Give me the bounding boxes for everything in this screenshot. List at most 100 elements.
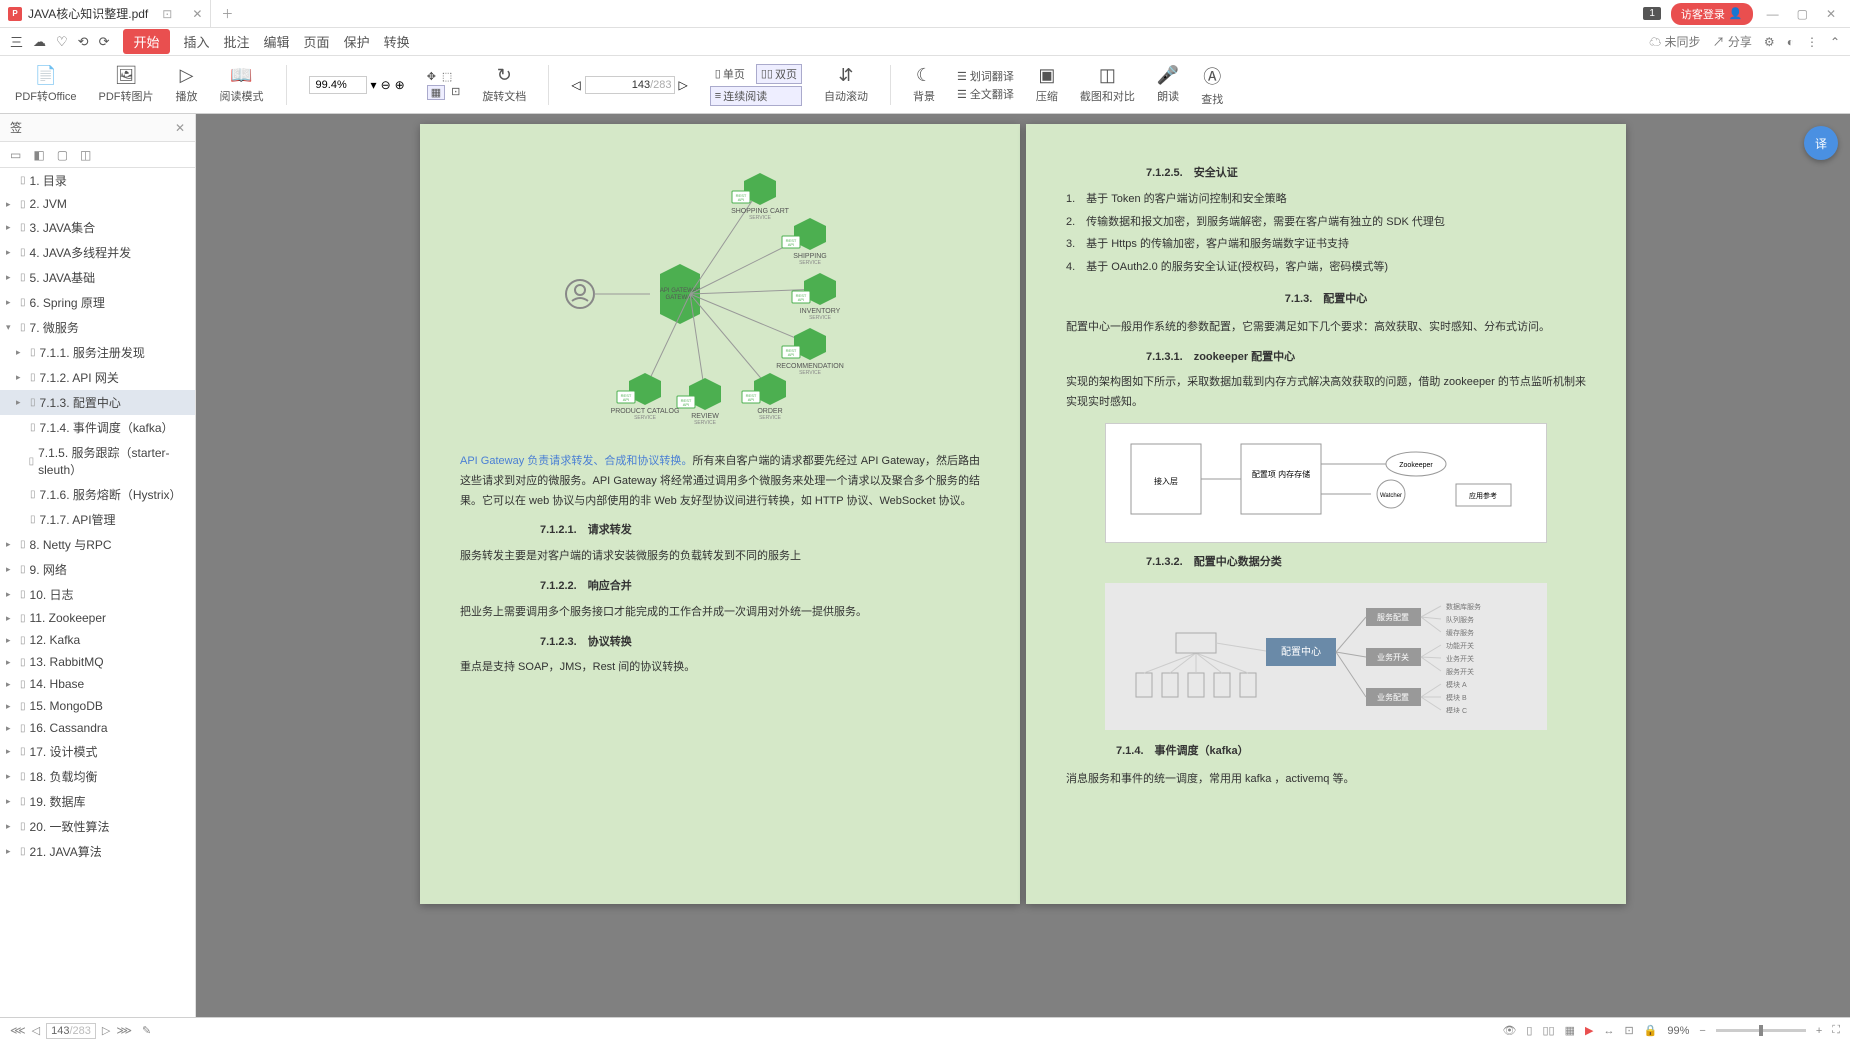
settings-icon[interactable]: ⚙ — [1764, 35, 1775, 49]
fullscreen-icon[interactable]: ⛶ — [1832, 1024, 1840, 1037]
annotation-icon[interactable]: ✎ — [142, 1024, 151, 1037]
menu-button[interactable]: 三 — [10, 32, 23, 51]
outline-item[interactable]: ▯7.1.5. 服务跟踪（starter-sleuth） — [0, 440, 195, 482]
zoom-input[interactable]: 99.4% — [309, 76, 367, 94]
outline-item[interactable]: ▯7.1.4. 事件调度（kafka） — [0, 415, 195, 440]
favorite-button[interactable]: ♡ — [56, 34, 68, 50]
background-button[interactable]: ☾背景 — [913, 65, 935, 104]
cloud-button[interactable]: ☁ — [33, 34, 46, 50]
tab-start[interactable]: 开始 — [123, 29, 169, 54]
tab-pin-icon[interactable]: ⊡ — [162, 7, 172, 21]
word-translate-button[interactable]: ☰ 划词翻译 — [957, 68, 1014, 84]
outline-item[interactable]: ▸▯16. Cassandra — [0, 717, 195, 739]
guest-login-button[interactable]: 访客登录 👤 — [1671, 3, 1753, 25]
bookmark-icon[interactable]: ▢ — [57, 148, 68, 162]
lock-icon[interactable]: 🔒 — [1644, 1024, 1658, 1037]
outline-item[interactable]: ▸▯20. 一致性算法 — [0, 814, 195, 839]
share-button[interactable]: ↗ 分享 — [1713, 33, 1752, 50]
single-page-button[interactable]: ▯ 单页 — [710, 64, 750, 84]
tab-convert[interactable]: 转换 — [384, 32, 410, 51]
outline-item[interactable]: ▸▯7.1.1. 服务注册发现 — [0, 340, 195, 365]
outline-item[interactable]: ▸▯14. Hbase — [0, 673, 195, 695]
outline-item[interactable]: ▸▯2. JVM — [0, 193, 195, 215]
play-status-icon[interactable]: ▶ — [1585, 1024, 1593, 1037]
outline-item[interactable]: ▸▯15. MongoDB — [0, 695, 195, 717]
full-translate-button[interactable]: ☰ 全文翻译 — [957, 86, 1014, 102]
last-page-icon[interactable]: ⋙ — [116, 1024, 132, 1037]
view-grid-icon[interactable]: ▦ — [1565, 1024, 1575, 1037]
outline-item[interactable]: ▸▯9. 网络 — [0, 557, 195, 582]
tab-protect[interactable]: 保护 — [344, 32, 370, 51]
select-tool-icon[interactable]: ⬚ — [442, 70, 452, 83]
outline-item[interactable]: ▸▯17. 设计模式 — [0, 739, 195, 764]
outline-item[interactable]: ▸▯10. 日志 — [0, 582, 195, 607]
maximize-button[interactable]: ▢ — [1793, 7, 1812, 21]
outline-item[interactable]: ▯1. 目录 — [0, 168, 195, 193]
outline-item[interactable]: ▸▯4. JAVA多线程并发 — [0, 240, 195, 265]
zoom-out-status-icon[interactable]: − — [1699, 1025, 1705, 1037]
attachment-icon[interactable]: ◫ — [80, 148, 91, 162]
undo-button[interactable]: ⟲ — [78, 34, 89, 50]
auto-scroll-button[interactable]: ⇵自动滚动 — [824, 65, 868, 104]
document-tab[interactable]: P JAVA核心知识整理.pdf ⊡ ✕ — [0, 0, 211, 27]
hand-tool-icon[interactable]: ✥ — [427, 70, 436, 83]
status-page-input[interactable]: 143/283 — [46, 1023, 96, 1039]
outline-item[interactable]: ▸▯6. Spring 原理 — [0, 290, 195, 315]
zoom-slider[interactable] — [1716, 1029, 1806, 1032]
page-input[interactable]: 143/283 — [585, 76, 675, 94]
thumbnail-icon[interactable]: ▭ — [10, 148, 21, 162]
fit-page-icon[interactable]: ⊡ — [1624, 1024, 1633, 1037]
outline-item[interactable]: ▸▯8. Netty 与RPC — [0, 532, 195, 557]
outline-item[interactable]: ▸▯3. JAVA集合 — [0, 215, 195, 240]
prev-page-icon[interactable]: ◁ — [32, 1024, 40, 1037]
compare-button[interactable]: ◫截图和对比 — [1080, 65, 1135, 104]
pdf-to-office-button[interactable]: 📄PDF转Office — [15, 65, 77, 104]
panel-close-icon[interactable]: ✕ — [175, 121, 185, 135]
read-mode-button[interactable]: 📖阅读模式 — [220, 65, 264, 104]
outline-item[interactable]: ▸▯19. 数据库 — [0, 789, 195, 814]
zoom-dropdown-icon[interactable]: ▾ — [371, 78, 377, 92]
outline-item[interactable]: ▸▯21. JAVA算法 — [0, 839, 195, 864]
document-view[interactable]: 译 API GATEWAY GATEWAY — [196, 114, 1850, 1017]
zoom-in-icon[interactable]: ⊕ — [395, 78, 405, 92]
rotate-button[interactable]: ↻旋转文档 — [482, 65, 526, 104]
fit-width-icon[interactable]: ↔ — [1603, 1025, 1614, 1037]
compress-button[interactable]: ▣压缩 — [1036, 65, 1058, 104]
unsync-label[interactable]: ☁ 未同步 — [1649, 33, 1700, 50]
outline-icon[interactable]: ◧ — [33, 148, 44, 162]
outline-item[interactable]: ▯7.1.6. 服务熔断（Hystrix） — [0, 482, 195, 507]
redo-button[interactable]: ⟳ — [99, 34, 110, 50]
outline-item[interactable]: ▸▯7.1.3. 配置中心 — [0, 390, 195, 415]
outline-item[interactable]: ▸▯12. Kafka — [0, 629, 195, 651]
tab-insert[interactable]: 插入 — [184, 32, 210, 51]
notification-badge[interactable]: 1 — [1643, 7, 1661, 20]
tab-close-icon[interactable]: ✕ — [192, 7, 202, 21]
tab-edit[interactable]: 编辑 — [264, 32, 290, 51]
zoom-out-icon[interactable]: ⊖ — [381, 78, 391, 92]
new-tab-button[interactable]: ＋ — [211, 5, 243, 22]
tab-annotate[interactable]: 批注 — [224, 32, 250, 51]
close-button[interactable]: ✕ — [1822, 7, 1840, 21]
outline-item[interactable]: ▸▯7.1.2. API 网关 — [0, 365, 195, 390]
area-tool-icon[interactable]: ▦ — [427, 85, 445, 100]
zoom-in-status-icon[interactable]: + — [1816, 1025, 1822, 1037]
pdf-to-image-button[interactable]: 🖼PDF转图片 — [99, 65, 154, 104]
find-button[interactable]: Ⓐ查找 — [1201, 63, 1223, 107]
outline-item[interactable]: ▸▯18. 负载均衡 — [0, 764, 195, 789]
minimize-button[interactable]: — — [1763, 7, 1783, 21]
view-double-icon[interactable]: ▯▯ — [1542, 1024, 1554, 1037]
more-icon[interactable]: ⋮ — [1806, 35, 1818, 49]
eye-icon[interactable]: 👁 — [1502, 1024, 1516, 1037]
next-page-icon[interactable]: ▷ — [102, 1024, 110, 1037]
outline-item[interactable]: ▸▯5. JAVA基础 — [0, 265, 195, 290]
read-aloud-button[interactable]: 🎤朗读 — [1157, 65, 1179, 104]
view-single-icon[interactable]: ▯ — [1526, 1024, 1532, 1037]
outline-item[interactable]: ▸▯13. RabbitMQ — [0, 651, 195, 673]
double-page-button[interactable]: ▯▯ 双页 — [756, 64, 802, 84]
first-page-icon[interactable]: ⋘ — [10, 1024, 26, 1037]
collapse-icon[interactable]: ⌃ — [1830, 35, 1840, 49]
next-page-icon[interactable]: ▷ — [679, 78, 688, 92]
prev-page-icon[interactable]: ◁ — [571, 78, 580, 92]
skin-icon[interactable]: ◐ — [1787, 35, 1794, 49]
tab-page[interactable]: 页面 — [304, 32, 330, 51]
